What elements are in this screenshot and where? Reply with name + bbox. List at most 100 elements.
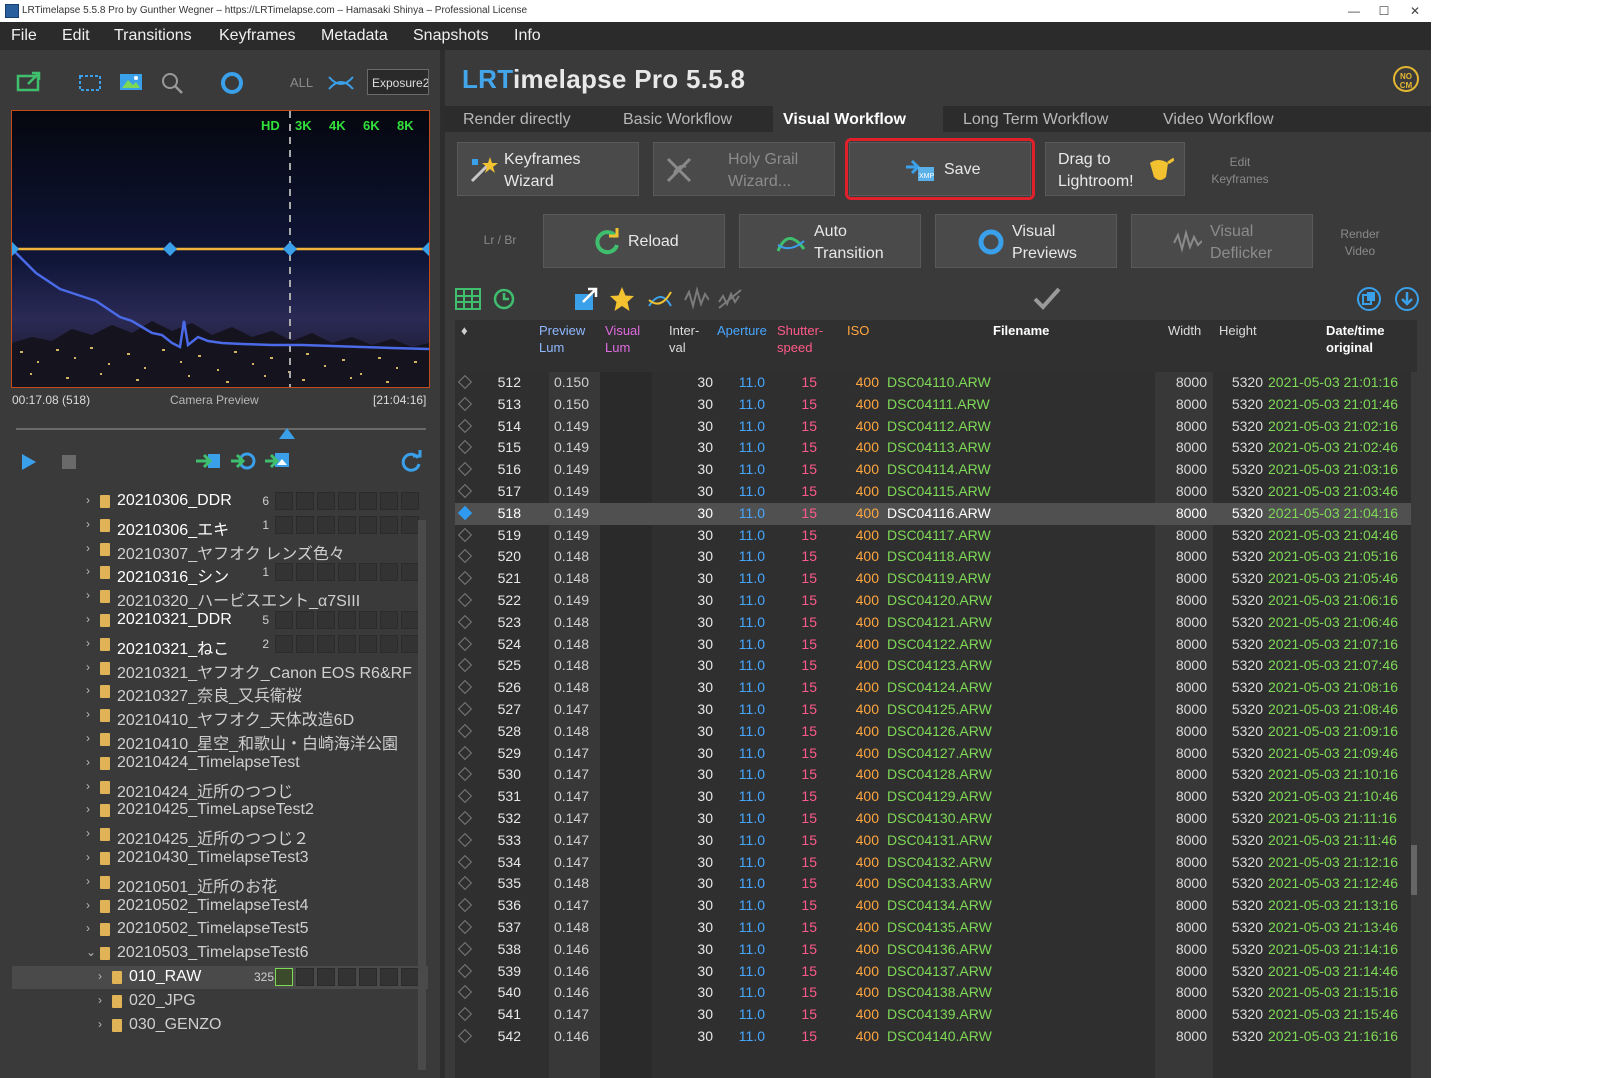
diamond-icon[interactable]: [457, 941, 473, 956]
visual-previews-button[interactable]: Visual Previews: [935, 214, 1117, 268]
diamond-icon[interactable]: [457, 723, 473, 738]
table-row[interactable]: 529 0.147 30 11.0 15 400 DSC04127.ARW 8000 5320 2…: [455, 743, 1417, 765]
menu-snapshots[interactable]: Snapshots: [413, 27, 489, 45]
folder-item[interactable]: › 20210321_DDR 5: [12, 609, 428, 632]
history-icon[interactable]: [491, 287, 517, 311]
tab-long-term-workflow[interactable]: Long Term Workflow: [953, 106, 1118, 132]
play-icon[interactable]: [20, 452, 38, 472]
menu-info[interactable]: Info: [514, 27, 541, 45]
tab-video-workflow[interactable]: Video Workflow: [1153, 106, 1284, 132]
folder-item[interactable]: › 20210410_ヤフオク_天体改造6D: [12, 704, 428, 729]
diamond-icon[interactable]: [457, 549, 473, 564]
table-row[interactable]: 541 0.147 30 11.0 15 400 DSC04139.ARW 8000 5320 2…: [455, 1004, 1417, 1026]
diamond-icon[interactable]: [457, 876, 473, 891]
folder-item[interactable]: › 20210321_ヤフオク_Canon EOS R6&RF: [12, 657, 428, 682]
chevron-down-icon[interactable]: ⌄: [86, 945, 96, 959]
camera-preview[interactable]: HD 3K 4K 6K 8K: [11, 110, 430, 388]
folder-item[interactable]: › 20210321_ねこ 2: [12, 633, 428, 658]
diamond-icon[interactable]: [457, 440, 473, 455]
table-row[interactable]: 536 0.147 30 11.0 15 400 DSC04134.ARW 8000 5320 2…: [455, 895, 1417, 917]
folder-item[interactable]: › 20210502_TimelapseTest4: [12, 895, 428, 918]
chevron-right-icon[interactable]: ›: [86, 517, 90, 531]
table-row[interactable]: 516 0.149 30 11.0 15 400 DSC04114.ARW 8000 5320 2…: [455, 459, 1417, 481]
table-row[interactable]: 513 0.150 30 11.0 15 400 DSC04111.ARW 8000 5320 2…: [455, 394, 1417, 416]
folder-item[interactable]: › 20210430_TimelapseTest3: [12, 847, 428, 870]
res-6k[interactable]: 6K: [363, 118, 380, 133]
res-3k[interactable]: 3K: [295, 118, 312, 133]
image-icon[interactable]: [118, 71, 144, 93]
tab-basic-workflow[interactable]: Basic Workflow: [613, 106, 742, 132]
table-row[interactable]: 524 0.148 30 11.0 15 400 DSC04122.ARW 8000 5320 2…: [455, 634, 1417, 656]
all-filter[interactable]: ALL: [290, 75, 313, 90]
chevron-right-icon[interactable]: ›: [86, 660, 90, 674]
folder-item[interactable]: › 20210424_TimelapseTest: [12, 752, 428, 775]
chevron-right-icon[interactable]: ›: [86, 874, 90, 888]
holy-grail-wizard-button[interactable]: Holy Grail Wizard...: [653, 142, 835, 196]
diamond-icon[interactable]: [457, 789, 473, 804]
table-row[interactable]: 528 0.148 30 11.0 15 400 DSC04126.ARW 8000 5320 2…: [455, 721, 1417, 743]
folder-item[interactable]: › 010_RAW 325: [12, 966, 428, 989]
checkmark-icon[interactable]: [1033, 286, 1061, 312]
diamond-icon[interactable]: [457, 658, 473, 673]
table-row[interactable]: 525 0.148 30 11.0 15 400 DSC04123.ARW 8000 5320 2…: [455, 655, 1417, 677]
download-icon[interactable]: [1394, 286, 1420, 312]
table-row[interactable]: 539 0.146 30 11.0 15 400 DSC04137.ARW 8000 5320 2…: [455, 961, 1417, 983]
table-row[interactable]: 522 0.149 30 11.0 15 400 DSC04120.ARW 8000 5320 2…: [455, 590, 1417, 612]
folder-item[interactable]: › 20210501_近所のお花: [12, 871, 428, 896]
diamond-icon[interactable]: [457, 396, 473, 411]
copy-icon[interactable]: [1356, 286, 1382, 312]
diamond-icon[interactable]: [457, 832, 473, 847]
folder-item[interactable]: › 030_GENZO: [12, 1014, 428, 1037]
res-hd[interactable]: HD: [261, 118, 280, 133]
folder-item[interactable]: › 20210327_奈良_又兵衛桜: [12, 680, 428, 705]
table-row[interactable]: 538 0.146 30 11.0 15 400 DSC04136.ARW 8000 5320 2…: [455, 939, 1417, 961]
col-visual-lum[interactable]: Visual Lum: [605, 322, 640, 356]
chevron-right-icon[interactable]: ›: [86, 588, 90, 602]
folder-scrollbar[interactable]: [418, 520, 426, 1070]
chevron-right-icon[interactable]: ›: [86, 802, 90, 816]
col-interval[interactable]: Inter- val: [669, 322, 699, 356]
table-row[interactable]: 518 0.149 30 11.0 15 400 DSC04116.ARW 8000 5320 2…: [455, 502, 1417, 525]
table-row[interactable]: 534 0.147 30 11.0 15 400 DSC04132.ARW 8000 5320 2…: [455, 852, 1417, 874]
table-row[interactable]: 523 0.148 30 11.0 15 400 DSC04121.ARW 8000 5320 2…: [455, 612, 1417, 634]
drag-to-lightroom-button[interactable]: Drag to Lightroom!: [1045, 142, 1185, 196]
table-row[interactable]: 533 0.147 30 11.0 15 400 DSC04131.ARW 8000 5320 2…: [455, 830, 1417, 852]
chevron-right-icon[interactable]: ›: [86, 779, 90, 793]
chevron-right-icon[interactable]: ›: [86, 564, 90, 578]
diamond-icon[interactable]: [457, 374, 473, 390]
folder-item[interactable]: › 20210306_DDR 6: [12, 490, 428, 513]
diamond-icon[interactable]: [457, 483, 473, 499]
scrubber-handle[interactable]: [279, 428, 295, 439]
maximize-button[interactable]: ☐: [1369, 2, 1399, 20]
diamond-icon[interactable]: [457, 898, 473, 913]
folder-item[interactable]: › 20210410_星空_和歌山・白崎海洋公園: [12, 728, 428, 753]
diamond-icon[interactable]: [457, 418, 473, 433]
table-row[interactable]: 519 0.149 30 11.0 15 400 DSC04117.ARW 8000 5320 2…: [455, 525, 1417, 547]
chevron-right-icon[interactable]: ›: [86, 921, 90, 935]
col-datetime[interactable]: Date/time original: [1326, 322, 1385, 356]
table-row[interactable]: 521 0.148 30 11.0 15 400 DSC04119.ARW 8000 5320 2…: [455, 568, 1417, 590]
edit-keyframes-label[interactable]: Edit Keyframes: [1205, 154, 1275, 188]
menu-metadata[interactable]: Metadata: [321, 27, 388, 45]
table-row[interactable]: 527 0.147 30 11.0 15 400 DSC04125.ARW 8000 5320 2…: [455, 699, 1417, 721]
star-icon[interactable]: [609, 286, 635, 312]
folder-item[interactable]: › 20210320_ハービスエント_α7SIII: [12, 585, 428, 610]
res-4k[interactable]: 4K: [329, 118, 346, 133]
diamond-icon[interactable]: [457, 1028, 473, 1044]
diamond-icon[interactable]: [457, 614, 473, 629]
deflicker-multi-icon[interactable]: [717, 286, 743, 312]
col-shutter[interactable]: Shutter- speed: [777, 322, 823, 356]
table-row[interactable]: 514 0.149 30 11.0 15 400 DSC04112.ARW 8000 5320 2…: [455, 416, 1417, 438]
col-width[interactable]: Width: [1168, 322, 1201, 339]
table-row[interactable]: 517 0.149 30 11.0 15 400 DSC04115.ARW 8000 5320 2…: [455, 481, 1417, 503]
stop-icon[interactable]: [61, 454, 77, 470]
col-aperture[interactable]: Aperture: [717, 322, 767, 339]
diamond-icon[interactable]: [457, 680, 473, 695]
zoom-icon[interactable]: [160, 71, 184, 95]
minimize-button[interactable]: —: [1339, 2, 1369, 20]
table-row[interactable]: 512 0.150 30 11.0 15 400 DSC04110.ARW 8000 5320 2…: [455, 372, 1417, 394]
keyframe-visual-icon[interactable]: [229, 450, 257, 472]
curves-icon[interactable]: [327, 73, 355, 93]
diamond-icon[interactable]: [457, 1007, 473, 1022]
diamond-icon[interactable]: [457, 767, 473, 782]
